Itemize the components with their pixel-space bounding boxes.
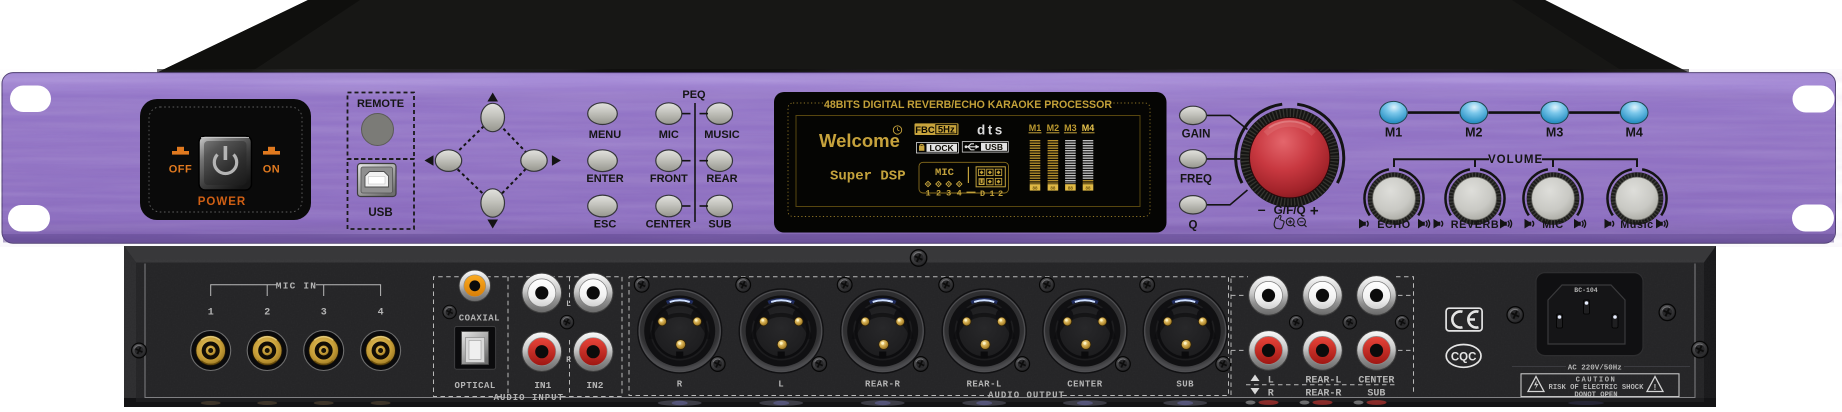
svg-text:MENU: MENU bbox=[589, 129, 621, 141]
svg-text:3: 3 bbox=[321, 308, 327, 319]
svg-text:MIC: MIC bbox=[935, 167, 955, 179]
svg-text:4: 4 bbox=[378, 308, 384, 319]
svg-text:LOCK: LOCK bbox=[930, 143, 955, 153]
svg-text:PEQ: PEQ bbox=[682, 89, 706, 101]
svg-text:M4: M4 bbox=[1082, 123, 1095, 133]
svg-text:CENTER: CENTER bbox=[1067, 379, 1103, 389]
svg-text:M1: M1 bbox=[1385, 126, 1402, 140]
svg-text:L: L bbox=[566, 300, 571, 309]
svg-text:ENTER: ENTER bbox=[586, 173, 623, 185]
svg-text:COAXIAL: COAXIAL bbox=[459, 314, 500, 324]
svg-text:–: – bbox=[1258, 201, 1266, 217]
svg-text:OFF: OFF bbox=[169, 164, 193, 176]
svg-text:IN2: IN2 bbox=[586, 380, 603, 391]
svg-text:REAR-R: REAR-R bbox=[1305, 389, 1341, 400]
svg-text:Super DSP: Super DSP bbox=[830, 169, 906, 185]
svg-text:BC-104: BC-104 bbox=[1574, 287, 1598, 294]
svg-text:CENTER: CENTER bbox=[1358, 376, 1394, 387]
svg-text:CENTER: CENTER bbox=[646, 219, 691, 231]
svg-text:REAR: REAR bbox=[706, 173, 737, 185]
svg-text:48BITS DIGITAL REVERB/ECHO KAR: 48BITS DIGITAL REVERB/ECHO KARAOKE PROCE… bbox=[824, 99, 1112, 111]
svg-text:MUSIC: MUSIC bbox=[704, 129, 740, 141]
svg-text:dts: dts bbox=[977, 123, 1005, 138]
svg-text:ESC: ESC bbox=[594, 219, 617, 231]
svg-text:1: 1 bbox=[925, 189, 930, 199]
svg-text:CQC: CQC bbox=[1451, 351, 1477, 363]
svg-text:1: 1 bbox=[990, 189, 995, 199]
svg-text:REAR-R: REAR-R bbox=[865, 379, 901, 389]
svg-text:R: R bbox=[677, 379, 683, 389]
svg-text:REVERB: REVERB bbox=[1451, 219, 1500, 231]
svg-text:GAIN: GAIN bbox=[1182, 129, 1211, 141]
svg-text:5Hz: 5Hz bbox=[938, 125, 955, 136]
svg-text:L: L bbox=[778, 379, 784, 389]
svg-text:M2: M2 bbox=[1047, 123, 1060, 133]
svg-text:REAR-L: REAR-L bbox=[966, 379, 1001, 389]
svg-text:2: 2 bbox=[998, 189, 1003, 199]
svg-text:U: U bbox=[979, 179, 984, 186]
svg-text:REMOTE: REMOTE bbox=[357, 98, 404, 110]
svg-text:88: 88 bbox=[1050, 186, 1056, 191]
svg-text:FRONT: FRONT bbox=[650, 173, 688, 185]
svg-text:FBC: FBC bbox=[915, 125, 935, 136]
svg-text:1: 1 bbox=[208, 308, 214, 319]
svg-text:POWER: POWER bbox=[198, 196, 246, 208]
svg-text:2: 2 bbox=[264, 308, 270, 319]
svg-text:M4: M4 bbox=[1626, 126, 1643, 140]
svg-text:Welcome: Welcome bbox=[819, 130, 900, 151]
svg-text:SUB: SUB bbox=[1367, 389, 1385, 400]
svg-text:G/F/Q: G/F/Q bbox=[1274, 203, 1306, 217]
svg-text:OPTICAL: OPTICAL bbox=[455, 381, 496, 391]
svg-text:M1: M1 bbox=[1029, 123, 1042, 133]
svg-text:Music: Music bbox=[1620, 219, 1654, 231]
svg-text:4: 4 bbox=[957, 189, 962, 199]
svg-text:FREQ: FREQ bbox=[1180, 174, 1212, 186]
svg-text:MIC: MIC bbox=[659, 129, 679, 141]
svg-text:88: 88 bbox=[1068, 186, 1074, 191]
svg-text:USB: USB bbox=[985, 142, 1003, 152]
svg-text:R: R bbox=[1268, 389, 1274, 400]
svg-text:Q: Q bbox=[1189, 220, 1198, 232]
svg-text:AUDIO OUTPUT: AUDIO OUTPUT bbox=[988, 391, 1065, 401]
svg-text:M3: M3 bbox=[1546, 126, 1563, 140]
svg-text:!: ! bbox=[1652, 383, 1657, 393]
svg-text:SUB: SUB bbox=[708, 219, 731, 231]
svg-text:88: 88 bbox=[1032, 186, 1038, 191]
svg-text:88: 88 bbox=[1085, 186, 1091, 191]
svg-text:REAR-L: REAR-L bbox=[1305, 376, 1341, 387]
svg-text:USB: USB bbox=[368, 207, 392, 219]
svg-text:L: L bbox=[1268, 376, 1274, 387]
svg-text:M3: M3 bbox=[1064, 123, 1077, 133]
svg-text:R: R bbox=[566, 356, 571, 365]
svg-text:+: + bbox=[1310, 203, 1319, 220]
svg-text:CAUTION: CAUTION bbox=[1576, 376, 1617, 384]
svg-text:D: D bbox=[980, 189, 985, 199]
svg-text:2: 2 bbox=[936, 189, 941, 199]
svg-text:DONOT OPEN: DONOT OPEN bbox=[1574, 392, 1617, 400]
svg-text:MIC: MIC bbox=[1542, 219, 1564, 231]
svg-text:AUDIO INPUT: AUDIO INPUT bbox=[494, 393, 564, 403]
svg-text:AC 220V/50Hz: AC 220V/50Hz bbox=[1568, 365, 1622, 373]
svg-text:MIC IN: MIC IN bbox=[276, 280, 317, 291]
svg-text:VOLUME: VOLUME bbox=[1488, 154, 1543, 166]
svg-text:IN1: IN1 bbox=[534, 380, 551, 391]
svg-text:M2: M2 bbox=[1465, 126, 1482, 140]
svg-text:SUB: SUB bbox=[1176, 379, 1194, 389]
svg-text:ECHO: ECHO bbox=[1377, 219, 1411, 231]
svg-text:ON: ON bbox=[263, 164, 281, 176]
svg-text:3: 3 bbox=[946, 189, 951, 199]
